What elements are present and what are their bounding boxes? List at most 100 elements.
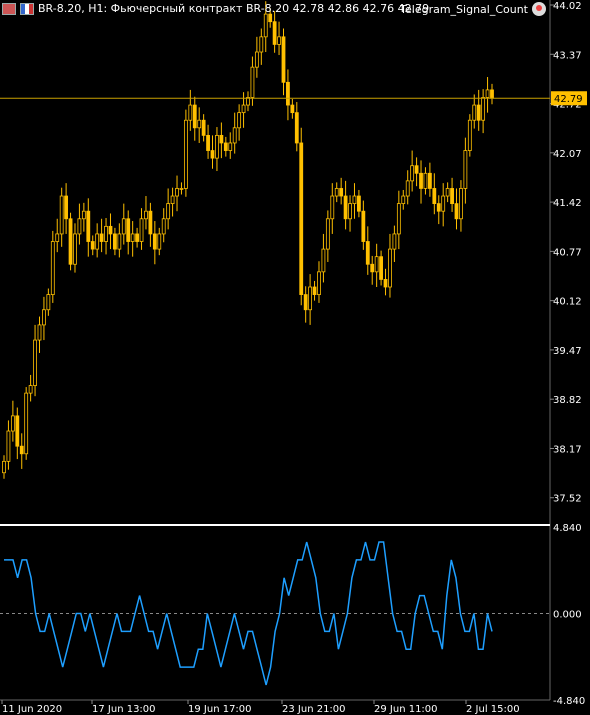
price-tick-label: 42.07 bbox=[553, 149, 582, 160]
candle-body bbox=[476, 104, 481, 121]
candle-body bbox=[64, 195, 69, 220]
candle-body bbox=[357, 195, 361, 212]
candle-body bbox=[263, 13, 268, 38]
candle-body bbox=[113, 233, 117, 250]
candle-body bbox=[383, 279, 388, 288]
candle-body bbox=[374, 256, 379, 273]
candle-body bbox=[95, 233, 100, 250]
candle-body bbox=[427, 172, 432, 189]
candle-body bbox=[126, 218, 131, 242]
candle-body bbox=[272, 21, 277, 45]
candle-body bbox=[148, 210, 153, 235]
candle-body bbox=[201, 119, 206, 136]
candle-body bbox=[459, 188, 463, 220]
candle-body bbox=[405, 180, 410, 197]
candle-body bbox=[10, 415, 15, 432]
candle-body bbox=[254, 51, 259, 68]
candle-body bbox=[330, 195, 335, 220]
candle-body bbox=[436, 203, 441, 212]
candle-body bbox=[268, 13, 273, 23]
candle-body bbox=[81, 210, 86, 220]
candle-body bbox=[294, 112, 299, 144]
candle-body bbox=[68, 218, 73, 265]
candle-body bbox=[250, 66, 255, 98]
candle-body bbox=[277, 36, 281, 45]
candle-body bbox=[46, 294, 51, 311]
symbol-info: BR-8.20, H1: Фьючерсный контракт BR-8.20… bbox=[38, 2, 430, 15]
candle-body bbox=[121, 218, 126, 235]
candle-body bbox=[485, 89, 490, 98]
time-tick-label: 17 Jun 13:00 bbox=[92, 704, 156, 715]
chart-menu-icon[interactable] bbox=[2, 2, 16, 15]
candle-body bbox=[59, 195, 64, 235]
candle-body bbox=[144, 210, 148, 220]
candle-body bbox=[90, 241, 95, 250]
candle-body bbox=[197, 119, 202, 129]
candle-body bbox=[206, 134, 210, 151]
price-tick-label: 43.37 bbox=[553, 50, 582, 61]
candle-body bbox=[308, 286, 313, 311]
candle-body bbox=[223, 142, 228, 151]
candle-body bbox=[365, 241, 370, 265]
candle-body bbox=[219, 134, 224, 144]
candle-body bbox=[19, 445, 24, 455]
candle-body bbox=[215, 134, 219, 159]
candle-body bbox=[401, 195, 406, 205]
time-tick-label: 2 Jul 15:00 bbox=[466, 704, 520, 715]
candle-body bbox=[259, 36, 264, 53]
candle-body bbox=[303, 294, 308, 311]
candle-body bbox=[396, 203, 401, 235]
candle-body bbox=[450, 188, 454, 205]
chart-canvas: 44.0243.3742.7242.0741.4240.7740.1239.47… bbox=[0, 0, 587, 715]
time-tick-label: 29 Jun 11:00 bbox=[374, 704, 438, 715]
indicator-tick-label: 4.840 bbox=[553, 523, 582, 534]
candle-body bbox=[179, 188, 184, 190]
candle-body bbox=[50, 241, 55, 295]
indicator-tick-label: 0.000 bbox=[553, 610, 582, 621]
price-tick-label: 38.82 bbox=[553, 395, 582, 406]
expert-advisor-label[interactable]: Telegram_Signal_Count bbox=[400, 2, 546, 16]
candle-body bbox=[410, 165, 415, 182]
candle-body bbox=[117, 233, 122, 250]
price-tick-label: 40.77 bbox=[553, 247, 582, 258]
candle-body bbox=[188, 104, 193, 121]
candle-body bbox=[228, 142, 233, 151]
candle-body bbox=[454, 203, 459, 220]
candle-body bbox=[55, 233, 60, 242]
time-tick-label: 11 Jun 2020 bbox=[2, 704, 62, 715]
candle-body bbox=[86, 210, 91, 242]
candle-body bbox=[467, 119, 472, 151]
candle-body bbox=[2, 460, 6, 474]
candle-body bbox=[432, 188, 437, 205]
candle-body bbox=[135, 233, 139, 242]
candle-body bbox=[104, 225, 108, 242]
candle-body bbox=[463, 150, 468, 189]
price-tick-label: 38.17 bbox=[553, 444, 582, 455]
candle-body bbox=[419, 172, 423, 189]
candle-body bbox=[343, 195, 348, 220]
candle-body bbox=[481, 97, 486, 121]
candle-body bbox=[108, 225, 113, 235]
price-tick-label: 39.47 bbox=[553, 346, 582, 357]
candle-body bbox=[33, 339, 37, 386]
candle-body bbox=[152, 233, 157, 250]
current-price-label: 42.79 bbox=[554, 94, 583, 105]
price-tick-label: 40.12 bbox=[553, 297, 582, 308]
candle-body bbox=[290, 104, 295, 114]
candle-body bbox=[370, 263, 375, 273]
candle-body bbox=[312, 286, 317, 295]
candle-body bbox=[361, 210, 366, 242]
candle-body bbox=[24, 392, 29, 455]
candle-body bbox=[170, 195, 175, 205]
candle-body bbox=[166, 203, 171, 220]
candle-body bbox=[157, 233, 162, 250]
candle-body bbox=[379, 256, 383, 280]
candle-body bbox=[286, 81, 290, 106]
candle-body bbox=[472, 104, 477, 121]
time-tick-label: 19 Jun 17:00 bbox=[188, 704, 252, 715]
candle-body bbox=[232, 127, 237, 144]
candle-body bbox=[175, 188, 179, 197]
candle-body bbox=[423, 172, 428, 189]
candle-body bbox=[28, 385, 33, 394]
candle-body bbox=[99, 233, 104, 242]
